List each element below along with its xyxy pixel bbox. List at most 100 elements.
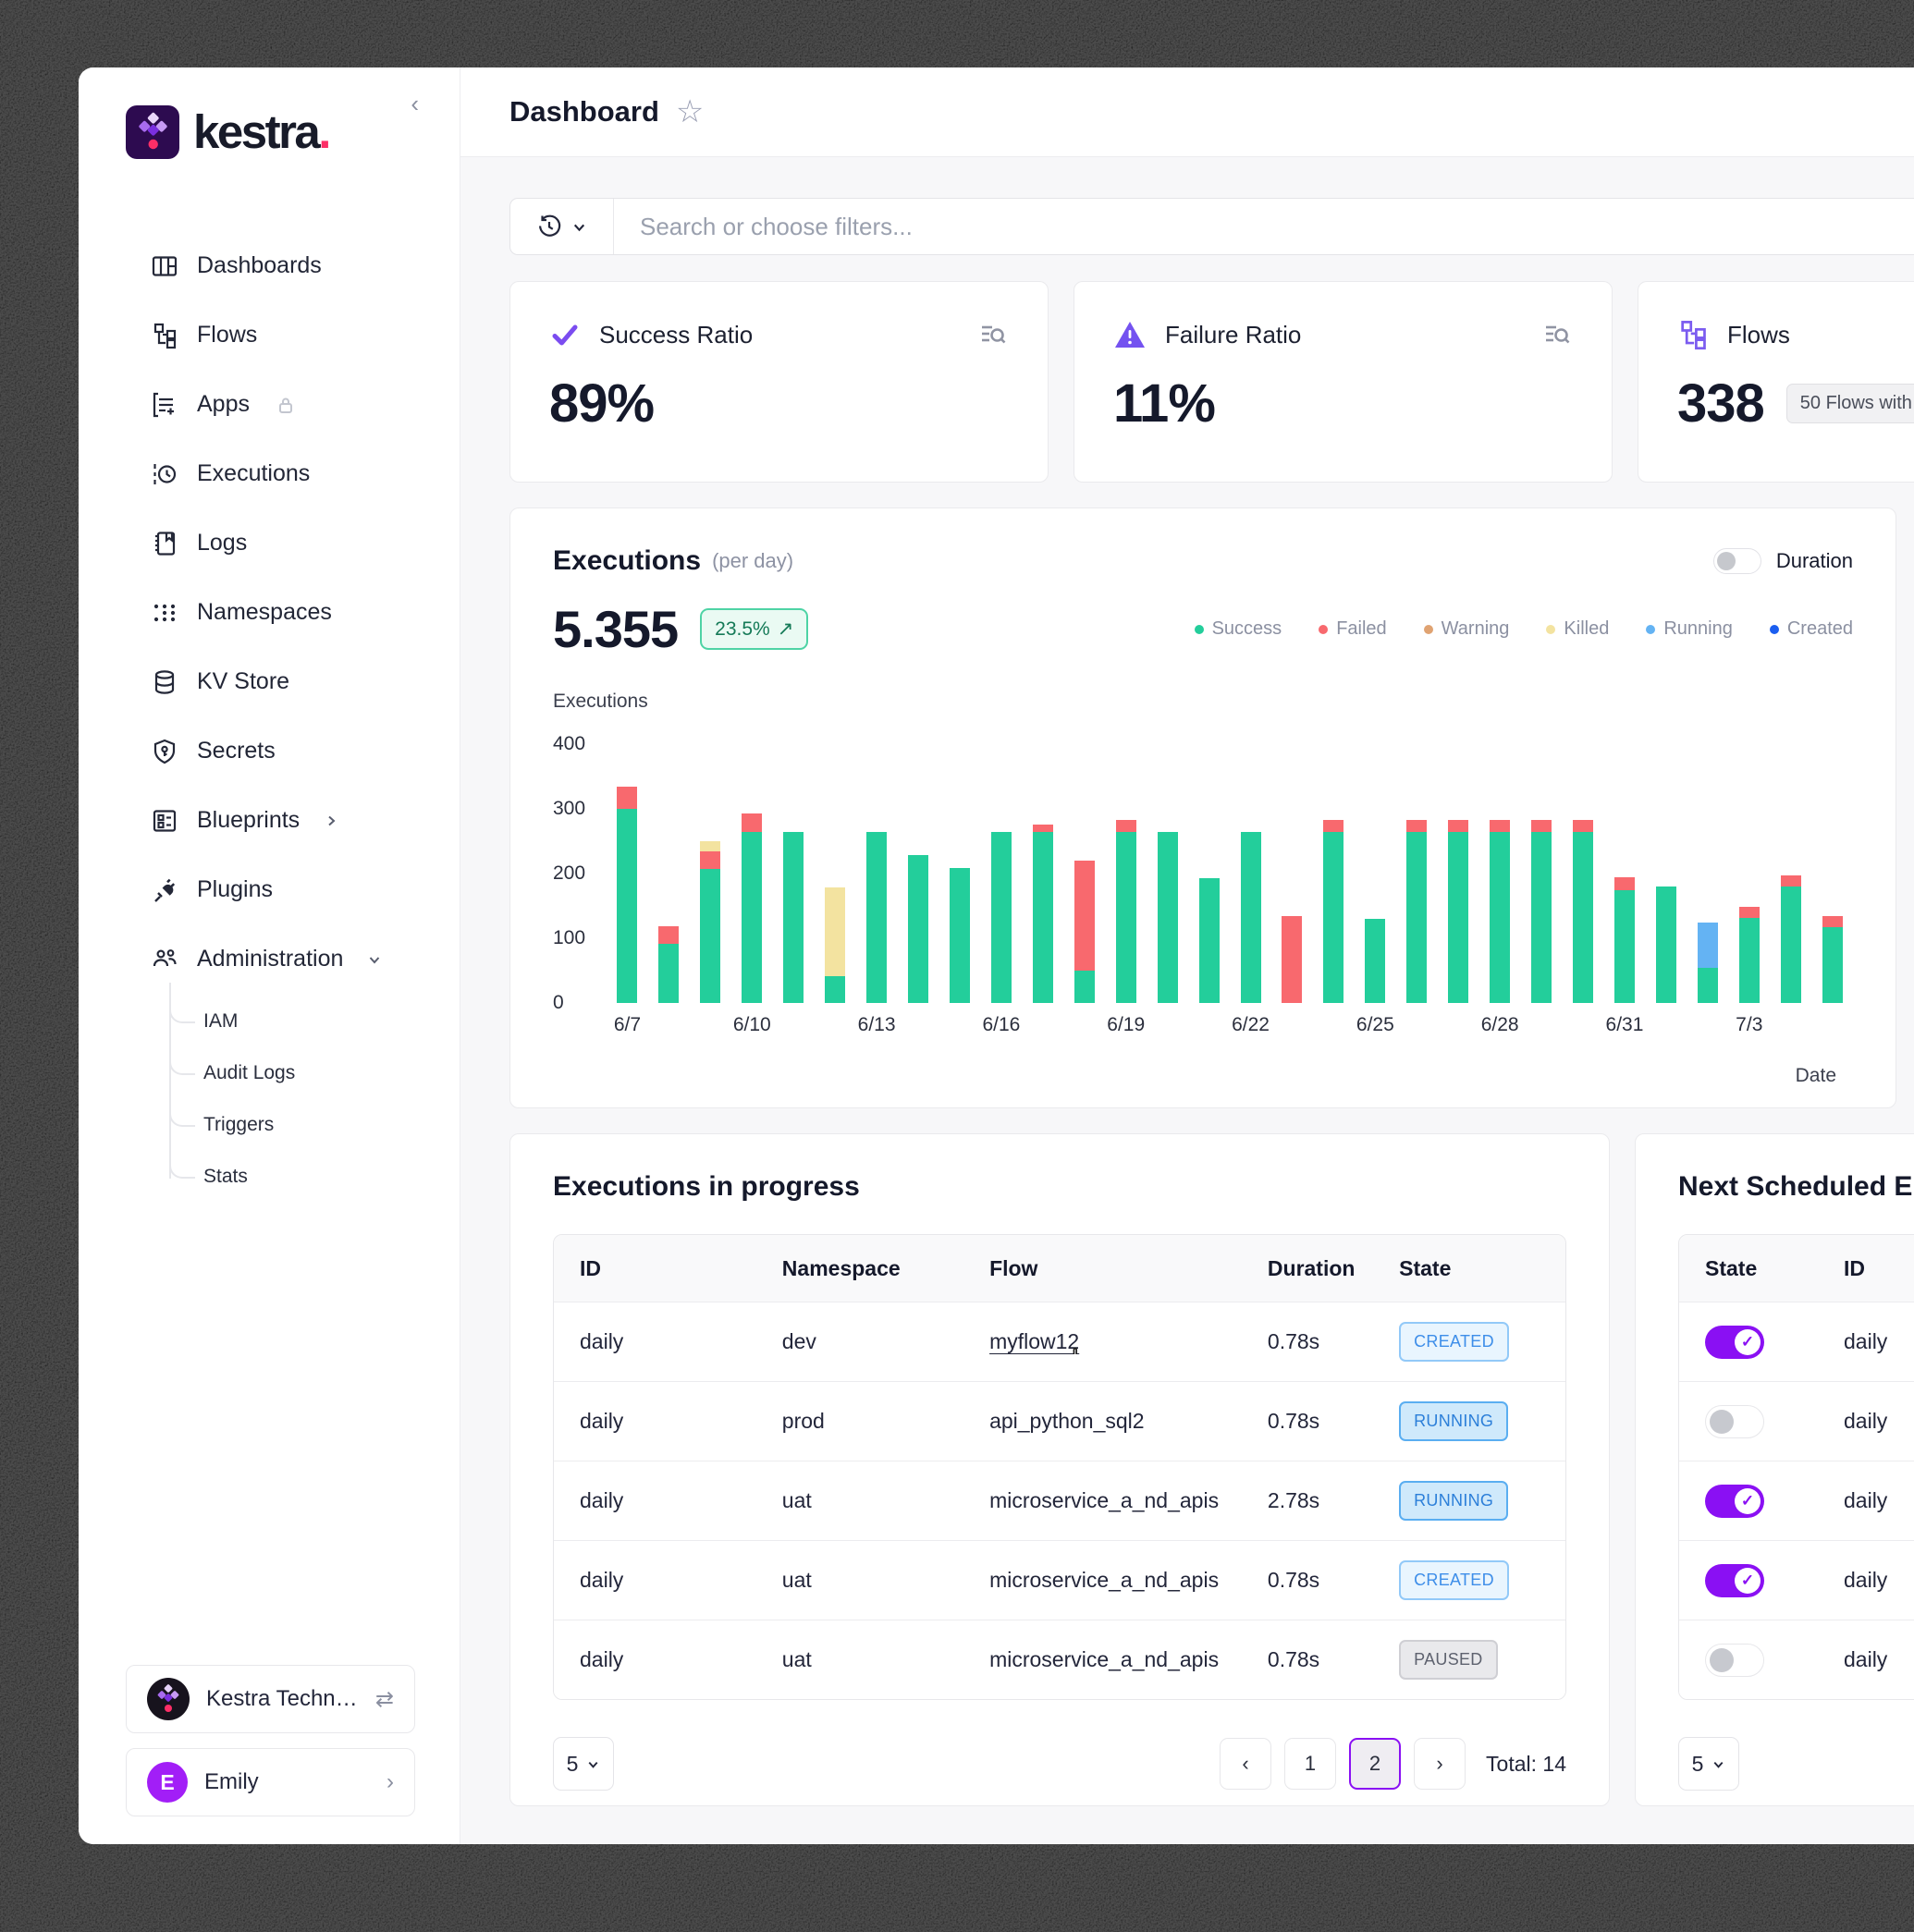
schedule-state-toggle[interactable] [1705,1405,1764,1438]
page-size-select[interactable]: 5 [1678,1737,1739,1791]
page-size-select[interactable]: 5 [553,1737,614,1791]
bar-slot-6/11[interactable] [773,744,815,1003]
bar-slot-6/31[interactable]: 6/31 [1604,744,1646,1003]
bar-slot-6/10[interactable]: 6/10 [731,744,773,1003]
dashboards-icon [151,252,178,280]
sidebar: ‹ kestra. Dashboards [79,67,460,1844]
chevron-down-icon [586,1757,600,1771]
sidebar-item-flows[interactable]: Flows [79,300,460,370]
bar-slot-6/9[interactable] [690,744,731,1003]
sidebar-item-secrets[interactable]: Secrets [79,716,460,786]
list-search-icon[interactable] [1541,319,1573,350]
bar-slot-6/13[interactable]: 6/13 [856,744,898,1003]
favorite-star-icon[interactable]: ☆ [676,96,704,128]
legend-item-created[interactable]: Created [1770,618,1853,640]
bar-slot-6/29[interactable] [1521,744,1563,1003]
bar-slot-7/5[interactable] [1811,744,1853,1003]
bar-slot-6/28[interactable]: 6/28 [1479,744,1521,1003]
bar-slot-6/17[interactable] [1022,744,1063,1003]
sidebar-item-dashboards[interactable]: Dashboards [79,231,460,300]
next-page-button[interactable]: › [1414,1738,1466,1790]
sidebar-item-label: Flows [197,322,257,348]
bar-slot-6/30[interactable] [1563,744,1604,1003]
legend-item-running[interactable]: Running [1646,618,1733,640]
bar-segment-success [1614,890,1635,1004]
apps-icon [151,391,178,419]
list-search-icon[interactable] [977,319,1009,350]
sidebar-item-kv-store[interactable]: KV Store [79,647,460,716]
bar-slot-6/21[interactable] [1188,744,1230,1003]
warning-triangle-icon [1113,319,1147,350]
bar-segment-failed [1448,820,1468,832]
sidebar-item-stats[interactable]: Stats [79,1151,460,1203]
x-tick: 6/25 [1356,1014,1394,1036]
bar-slot-6/24[interactable] [1313,744,1355,1003]
sidebar-item-executions[interactable]: Executions [79,439,460,508]
filter-history-button[interactable] [510,199,614,254]
page-button-1[interactable]: 1 [1284,1738,1336,1790]
sidebar-item-blueprints[interactable]: Blueprints [79,786,460,855]
bar-segment-failed [1116,820,1136,832]
bar-slot-6/7[interactable]: 6/7 [607,744,648,1003]
y-tick: 0 [553,992,564,1014]
sidebar-item-label: Blueprints [197,807,300,834]
schedule-state-toggle[interactable]: ✓ [1705,1564,1764,1597]
sidebar-item-audit-logs[interactable]: Audit Logs [79,1047,460,1099]
sidebar-item-triggers[interactable]: Triggers [79,1099,460,1151]
bar-slot-6/14[interactable] [898,744,939,1003]
bar-segment-failed [1033,825,1053,832]
bar-slot-6/23[interactable] [1271,744,1313,1003]
bar-slot-6/22[interactable]: 6/22 [1230,744,1271,1003]
sidebar-collapse-icon[interactable]: ‹ [411,92,419,116]
legend-item-warning[interactable]: Warning [1424,618,1510,640]
bar-slot-6/12[interactable] [815,744,856,1003]
page-button-2[interactable]: 2 [1349,1738,1401,1790]
bar-slot-7/4[interactable] [1770,744,1811,1003]
lock-icon [276,395,296,415]
sidebar-item-namespaces[interactable]: Namespaces [79,578,460,647]
sidebar-item-administration[interactable]: Administration [79,924,460,994]
bar-slot-6/16[interactable]: 6/16 [980,744,1022,1003]
history-clock-icon [536,214,562,239]
schedule-state-toggle[interactable]: ✓ [1705,1326,1764,1359]
schedule-state-toggle[interactable] [1705,1644,1764,1677]
bar-slot-6/20[interactable] [1147,744,1188,1003]
legend-item-success[interactable]: Success [1195,618,1282,640]
bar-segment-failed [1739,907,1760,917]
schedule-state-toggle[interactable]: ✓ [1705,1485,1764,1518]
kpi-card-success-ratio: Success Ratio 89% [509,281,1049,483]
tenant-switcher[interactable]: Kestra Technolo... ⇄ [126,1665,415,1733]
filter-bar [509,198,1914,255]
bar-slot-6/26[interactable] [1396,744,1438,1003]
table-row: ✓dailym [1679,1302,1914,1381]
sidebar-item-iam[interactable]: IAM [79,996,460,1047]
executions-in-progress-card: Executions in progress ID Namespace Flow… [509,1133,1610,1806]
bar-slot-6/19[interactable]: 6/19 [1105,744,1147,1003]
legend-item-failed[interactable]: Failed [1319,618,1386,640]
bar-slot-6/27[interactable] [1438,744,1479,1003]
bar-slot-7/3[interactable]: 7/3 [1728,744,1770,1003]
bar-slot-6/25[interactable]: 6/25 [1355,744,1396,1003]
sidebar-item-logs[interactable]: Logs [79,508,460,578]
blueprints-icon [151,807,178,835]
x-axis-title: Date [1796,1065,1836,1087]
executions-total: 5.355 [553,599,678,659]
dashboard-content: Success Ratio 89% Failure Ratio [460,157,1914,1844]
bar-slot-6/18[interactable] [1063,744,1105,1003]
bar-slot-6/15[interactable] [939,744,981,1003]
user-menu[interactable]: E Emily › [126,1748,415,1816]
legend-dot [1195,625,1204,634]
sidebar-item-apps[interactable]: Apps [79,370,460,439]
kestra-logo[interactable]: kestra. [79,104,460,159]
search-input[interactable] [614,213,1914,241]
bar-slot-7/1[interactable] [1645,744,1687,1003]
bar-slot-6/8[interactable] [648,744,690,1003]
prev-page-button[interactable]: ‹ [1220,1738,1271,1790]
bar-slot-7/2[interactable] [1687,744,1728,1003]
table-header: State ID F [1679,1235,1914,1302]
bar-segment-success [1739,918,1760,1003]
sidebar-item-plugins[interactable]: Plugins [79,855,460,924]
duration-toggle[interactable] [1713,548,1761,574]
bar-segment-failed [742,813,762,832]
legend-item-killed[interactable]: Killed [1546,618,1609,640]
